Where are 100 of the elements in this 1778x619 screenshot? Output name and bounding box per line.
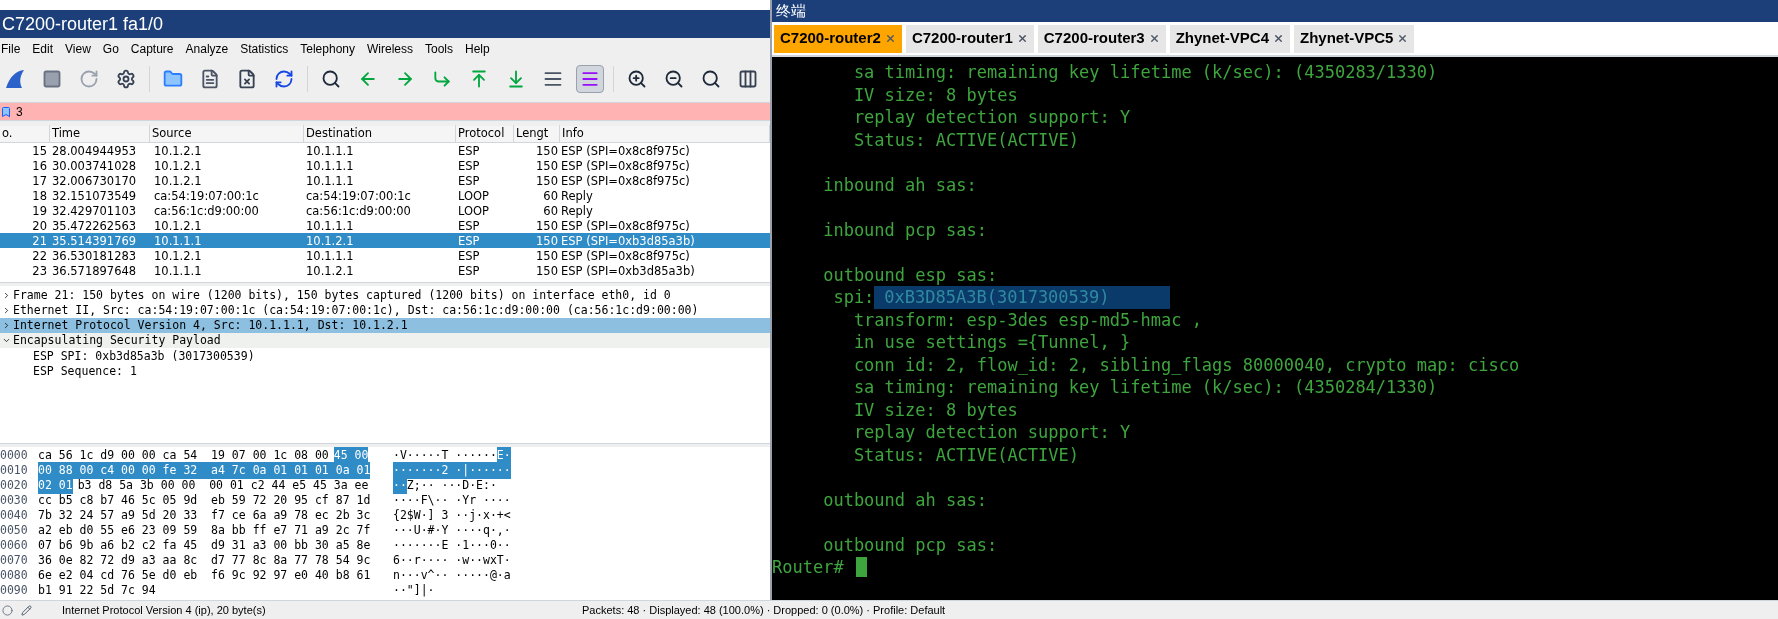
menu-item[interactable]: File: [1, 40, 21, 58]
hex-bytes: a2 eb d0 55 e6 23 09 59 8a bb ff e7 71 a9 2c 7f: [38, 521, 371, 539]
table-cell-text: ESP: [457, 218, 481, 235]
column-header[interactable]: o.: [0, 125, 50, 143]
edit-icon: [21, 604, 32, 616]
close-icon[interactable]: [1148, 33, 1160, 44]
table-cell-text: 150: [535, 218, 559, 235]
terminal-line: replay detection support: Y: [852, 106, 1131, 129]
settings-icon: [116, 69, 136, 89]
table-cell-text: 32.429701103: [51, 203, 138, 220]
ascii-text: ··"]|·: [393, 581, 435, 599]
ascii-text: n···v^·· ·····@·a: [393, 566, 511, 584]
terminal-line: Status: ACTIVE(ACTIVE): [852, 128, 1080, 151]
column-header[interactable]: Destination: [304, 125, 456, 143]
terminal-tab[interactable]: Zhynet-VPC4: [1169, 24, 1291, 53]
fin-icon: [4, 68, 26, 90]
packet-row[interactable]: 21 35.514391769 10.1.1.1 10.1.2.1 ESP 150 ESP (SPI=0xb3d85a3b): [0, 233, 770, 248]
zoom-in-icon: [627, 69, 647, 89]
table-cell-text: 32.151073549: [51, 188, 138, 205]
column-header[interactable]: Source: [150, 125, 304, 143]
terminal-line: spi:: [832, 286, 875, 309]
table-cell-text: 35.514391769: [51, 233, 138, 250]
packet-row[interactable]: 22 36.530181283 10.1.2.1 10.1.1.1 ESP 150 ESP (SPI=0x8c8f975c): [0, 248, 770, 263]
table-cell-text: 10.1.2.1: [153, 218, 203, 235]
table-cell-text: 16: [31, 158, 48, 175]
table-cell-text: 30.003741028: [51, 158, 138, 175]
table-cell-text: 60: [542, 203, 559, 220]
close-icon[interactable]: [884, 33, 896, 44]
table-cell-text: 21: [31, 233, 48, 250]
table-cell-text: ca:56:1c:d9:00:00: [153, 203, 260, 220]
menu-item[interactable]: Wireless: [367, 40, 413, 58]
terminal-line: outbound esp sas:: [822, 263, 998, 286]
offset-label: 0020: [0, 476, 29, 494]
table-cell-text: 36.571897648: [51, 263, 138, 280]
close-icon[interactable]: [1397, 33, 1409, 44]
column-header[interactable]: Time: [50, 125, 150, 143]
packet-row[interactable]: 17 32.006730170 10.1.2.1 10.1.1.1 ESP 150 ESP (SPI=0x8c8f975c): [0, 173, 770, 188]
menu-item[interactable]: Tools: [425, 40, 453, 58]
menu-item[interactable]: Analyze: [185, 40, 229, 58]
tree-row[interactable]: ESP SPI: 0xb3d85a3b (3017300539): [0, 348, 770, 363]
packet-row[interactable]: 16 30.003741028 10.1.2.1 10.1.1.1 ESP 150 ESP (SPI=0x8c8f975c): [0, 158, 770, 173]
table-cell-text: 32.006730170: [51, 173, 138, 190]
offset-label: 0080: [0, 566, 29, 584]
terminal-tab[interactable]: C7200-router2: [774, 24, 902, 53]
table-cell-text: LOOP: [457, 188, 491, 205]
tree-row[interactable]: Encapsulating Security Payload: [0, 333, 770, 348]
terminal-line: inbound ah sas:: [822, 173, 977, 196]
table-cell-text: 10.1.2.1: [153, 158, 203, 175]
table-cell-text: 23: [31, 263, 48, 280]
table-cell-text: 17: [31, 173, 48, 190]
terminal-line: in use settings ={Tunnel, }: [852, 331, 1131, 354]
ascii-text: 6··r···· ·w··wxT·: [393, 551, 511, 569]
table-cell-text: 10.1.2.1: [153, 248, 203, 265]
terminal-line: outbound pcp sas:: [822, 533, 998, 556]
filter-field[interactable]: 3: [0, 102, 770, 121]
hex-bytes: 07 b6 9b a6 b2 c2 fa 45 d9 31 a3 00 bb 30 a5 8e: [38, 536, 371, 554]
terminal-line: IV size: 8 bytes: [852, 83, 1018, 106]
tree-row[interactable]: Internet Protocol Version 4, Src: 10.1.1.1, Dst: 10.1.2.1: [0, 318, 770, 333]
close-icon[interactable]: [1273, 33, 1285, 44]
tree-row[interactable]: Ethernet II, Src: ca:54:19:07:00:1c (ca:54:19:07:00:1c), Dst: ca:56:1c:d9:00:00 (ca:56:1c:d9:00:00): [0, 303, 770, 318]
menu-item[interactable]: Edit: [32, 40, 54, 58]
menu-item[interactable]: Statistics: [240, 40, 289, 58]
table-cell-text: 10.1.1.1: [153, 233, 203, 250]
table-cell-text: 10.1.1.1: [305, 218, 355, 235]
menu-item[interactable]: Capture: [130, 40, 174, 58]
table-cell-text: 10.1.2.1: [153, 143, 203, 160]
table-cell-text: ESP: [457, 263, 481, 280]
down-arrow-icon: [506, 69, 526, 89]
terminal-tab[interactable]: Zhynet-VPC5: [1294, 24, 1415, 53]
tree-row[interactable]: ESP Sequence: 1: [0, 363, 770, 378]
table-cell-text: 150: [535, 233, 559, 250]
colored-lines-button[interactable]: [576, 65, 604, 93]
packet-row[interactable]: 18 32.151073549 ca:54:19:07:00:1c ca:54:19:07:00:1c LOOP 60 Reply: [0, 188, 770, 203]
ascii-text: ···U·#·Y ····q·,·: [393, 522, 511, 539]
packet-row[interactable]: 23 36.571897648 10.1.1.1 10.1.2.1 ESP 150 ESP (SPI=0xb3d85a3b): [0, 263, 770, 278]
menu-item[interactable]: Go: [102, 40, 119, 58]
terminal-tab[interactable]: C7200-router3: [1037, 24, 1166, 53]
packet-row[interactable]: 15 28.004944953 10.1.2.1 10.1.1.1 ESP 150 ESP (SPI=0x8c8f975c): [0, 143, 770, 158]
status-text: Packets: 48 · Displayed: 48 (100.0%) · Dropped: 0 (0.0%) · Profile: Default: [582, 602, 946, 618]
table-cell-text: Reply: [560, 188, 594, 205]
column-header[interactable]: Protocol: [456, 125, 514, 143]
table-cell-text: 20: [31, 218, 48, 235]
menu-item[interactable]: Help: [465, 40, 490, 58]
table-cell-text: ESP: [457, 158, 481, 175]
menu-item[interactable]: View: [65, 40, 91, 58]
table-cell-text: 10.1.2.1: [305, 233, 355, 250]
column-header[interactable]: Lengt: [514, 125, 560, 143]
file-icon: [200, 69, 220, 89]
terminal-prompt: Router#: [772, 556, 844, 579]
packet-row[interactable]: 19 32.429701103 ca:56:1c:d9:00:00 ca:56:1c:d9:00:00 LOOP 60 Reply: [0, 203, 770, 218]
terminal-line: outbound ah sas:: [822, 488, 987, 511]
offset-label: 0050: [0, 521, 29, 539]
packet-row[interactable]: 20 35.472262563 10.1.2.1 10.1.1.1 ESP 150 ESP (SPI=0x8c8f975c): [0, 218, 770, 233]
table-cell-text: ESP (SPI=0x8c8f975c): [560, 173, 691, 190]
terminal-tab[interactable]: C7200-router1: [905, 24, 1034, 53]
close-icon[interactable]: [1016, 33, 1028, 44]
menu-item[interactable]: Telephony: [300, 40, 355, 58]
tree-row[interactable]: Frame 21: 150 bytes on wire (1200 bits), 150 bytes captured (1200 bits) on interface eth0, id 0: [0, 288, 770, 303]
status-text: Internet Protocol Version 4 (ip), 20 byte(s): [62, 602, 267, 618]
table-cell-text: ESP (SPI=0xb3d85a3b): [560, 233, 696, 250]
